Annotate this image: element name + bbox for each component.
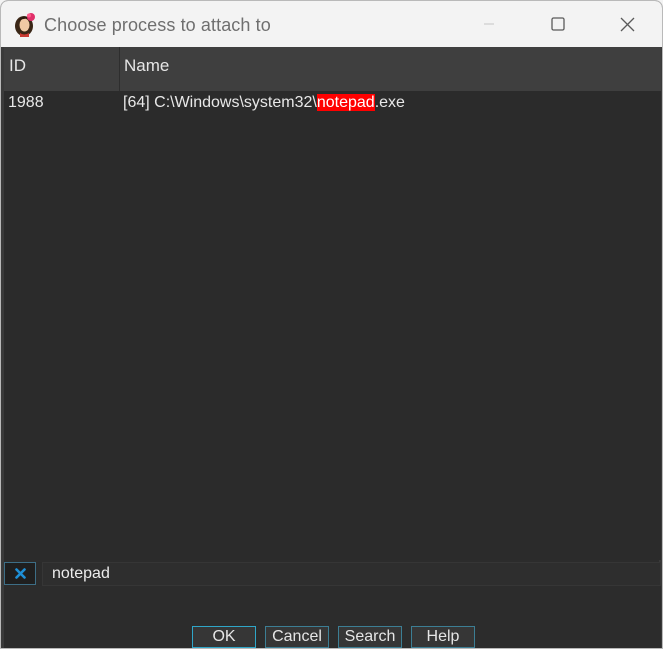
clear-filter-button[interactable]	[4, 562, 36, 585]
table-row[interactable]: 1988 [64] C:\Windows\system32\notepad.ex…	[4, 91, 661, 115]
help-button[interactable]: Help	[411, 626, 475, 648]
process-name-cell: [64] C:\Windows\system32\notepad.exe	[123, 91, 405, 115]
close-x-icon	[14, 568, 26, 579]
attach-process-dialog: Choose process to attach to ID Name 1988…	[0, 0, 663, 649]
column-header-id[interactable]: ID	[4, 47, 120, 91]
close-icon	[620, 17, 635, 31]
filter-input[interactable]	[42, 562, 661, 586]
maximize-button[interactable]	[523, 1, 592, 47]
filter-match-highlight: notepad	[316, 94, 375, 111]
process-path-prefix: [64] C:\Windows\system32\	[123, 94, 317, 111]
title-bar[interactable]: Choose process to attach to	[1, 1, 662, 47]
close-button[interactable]	[593, 1, 662, 47]
maximize-icon	[550, 17, 565, 31]
minimize-icon	[483, 23, 494, 25]
cancel-button[interactable]: Cancel	[265, 626, 329, 648]
ok-button[interactable]: OK	[192, 626, 256, 648]
search-button[interactable]: Search	[338, 626, 402, 648]
process-id-cell: 1988	[8, 94, 44, 111]
button-bar: OK Cancel Search Help	[4, 586, 661, 648]
table-header: ID Name	[4, 47, 661, 91]
app-logo-icon	[15, 13, 35, 37]
column-header-name[interactable]: Name	[121, 47, 661, 91]
minimize-button[interactable]	[454, 1, 523, 47]
window-title: Choose process to attach to	[44, 15, 271, 35]
process-name-suffix: .exe	[374, 94, 405, 111]
filter-bar	[4, 562, 661, 586]
process-table[interactable]: ID Name 1988 [64] C:\Windows\system32\no…	[4, 47, 661, 560]
